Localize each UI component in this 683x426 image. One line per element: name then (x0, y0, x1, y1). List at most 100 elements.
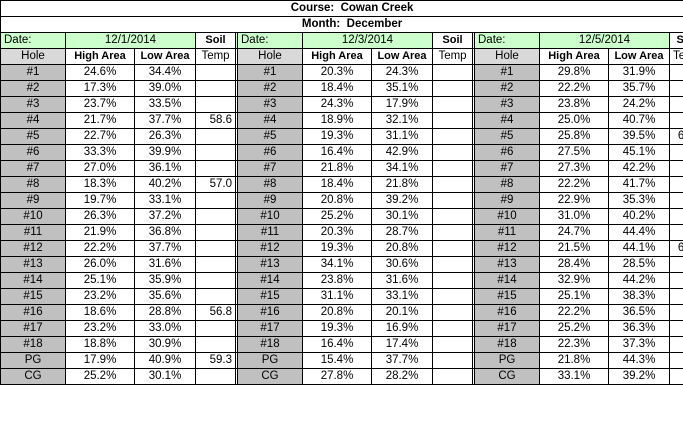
low-area-cell: 28.7% (371, 224, 433, 241)
hole-cell: #6 (0, 144, 66, 161)
soil-temp-cell (668, 96, 683, 113)
high-area-cell: 17.9% (65, 352, 135, 369)
low-area-cell: 37.7% (134, 112, 196, 129)
hole-header: Hole (474, 48, 540, 65)
date-row: Date: 12/1/2014 Soil Date: 12/3/2014 Soil Date… (0, 32, 683, 49)
table-row: #4 21.7% 37.7% 58.6 #4 18.9% 32.1% #4 25.0% 40.7% (0, 112, 683, 129)
high-area-header: High Area (302, 48, 372, 65)
high-area-cell: 31.0% (539, 208, 609, 225)
hole-cell: #8 (0, 176, 66, 193)
soil-temp-cell (432, 256, 473, 273)
low-area-cell: 33.5% (134, 96, 196, 113)
low-area-cell: 35.3% (608, 192, 670, 209)
high-area-cell: 23.2% (65, 288, 135, 305)
low-area-header: Low Area (608, 48, 670, 65)
hole-cell: #10 (474, 208, 540, 225)
low-area-cell: 39.2% (371, 192, 433, 209)
hole-cell: #11 (0, 224, 66, 241)
column-header-row: Hole High Area Low Area Temp Hole High Area Lo… (0, 48, 683, 65)
low-area-cell: 33.0% (134, 320, 196, 337)
soil-temp-cell (432, 96, 473, 113)
high-area-cell: 18.9% (302, 112, 372, 129)
course-title: Course: Cowan Creek (0, 0, 683, 17)
high-area-cell: 28.4% (539, 256, 609, 273)
high-area-cell: 19.3% (302, 240, 372, 257)
high-area-cell: 19.3% (302, 128, 372, 145)
hole-cell: #8 (237, 176, 303, 193)
hole-cell: #2 (474, 80, 540, 97)
high-area-cell: 31.1% (302, 288, 372, 305)
soil-temp-cell (668, 256, 683, 273)
hole-cell: #4 (474, 112, 540, 129)
hole-cell: #18 (474, 336, 540, 353)
low-area-cell: 31.1% (371, 128, 433, 145)
temp-header: Temp (432, 48, 473, 65)
date-label: Date: (474, 32, 540, 49)
low-area-cell: 28.8% (134, 304, 196, 321)
low-area-cell: 39.0% (134, 80, 196, 97)
table-row: #16 18.6% 28.8% 56.8 #16 20.8% 20.1% #16 22.2% 36… (0, 304, 683, 321)
soil-temp-cell (668, 336, 683, 353)
low-area-cell: 35.6% (134, 288, 196, 305)
high-area-cell: 34.1% (302, 256, 372, 273)
moisture-table: Course: Cowan Creek Month: December Date… (0, 0, 683, 385)
low-area-cell: 36.8% (134, 224, 196, 241)
hole-cell: #2 (237, 80, 303, 97)
soil-temp-cell (432, 272, 473, 289)
soil-temp-cell (432, 240, 473, 257)
hole-header: Hole (0, 48, 66, 65)
low-area-header: Low Area (371, 48, 433, 65)
soil-temp-cell (432, 336, 473, 353)
hole-cell: #18 (237, 336, 303, 353)
hole-cell: #5 (0, 128, 66, 145)
soil-temp-cell (668, 304, 683, 321)
low-area-header: Low Area (134, 48, 196, 65)
high-area-cell: 25.2% (539, 320, 609, 337)
hole-cell: #13 (0, 256, 66, 273)
hole-cell: #10 (0, 208, 66, 225)
hole-cell: #6 (237, 144, 303, 161)
soil-label: Soil (668, 32, 683, 49)
soil-temp-cell (668, 112, 683, 129)
table-row: #18 18.8% 30.9% #18 16.4% 17.4% #18 22.3% 37.3% (0, 336, 683, 353)
table-row: #15 23.2% 35.6% #15 31.1% 33.1% #15 25.1% 38.3% (0, 288, 683, 305)
soil-temp-cell (195, 224, 236, 241)
soil-temp-cell (668, 320, 683, 337)
high-area-cell: 21.5% (539, 240, 609, 257)
low-area-cell: 36.5% (608, 304, 670, 321)
month-name: December (346, 18, 403, 30)
high-area-cell: 20.3% (302, 224, 372, 241)
high-area-cell: 21.7% (65, 112, 135, 129)
high-area-cell: 22.9% (539, 192, 609, 209)
low-area-cell: 37.2% (134, 208, 196, 225)
month-row: Month: December (0, 16, 683, 33)
soil-temp-cell (432, 288, 473, 305)
hole-cell: #5 (474, 128, 540, 145)
soil-temp-cell (432, 144, 473, 161)
table-row: #9 19.7% 33.1% #9 20.8% 39.2% #9 22.9% 35.3% (0, 192, 683, 209)
low-area-cell: 34.1% (371, 160, 433, 177)
soil-temp-cell (668, 192, 683, 209)
low-area-cell: 35.1% (371, 80, 433, 97)
hole-cell: #1 (237, 64, 303, 81)
low-area-cell: 39.2% (608, 368, 670, 385)
table-row: #1 24.6% 34.4% #1 20.3% 24.3% #1 29.8% 31.9% (0, 64, 683, 81)
hole-cell: #16 (237, 304, 303, 321)
high-area-cell: 22.2% (539, 176, 609, 193)
soil-temp-cell: 58.6 (195, 112, 236, 129)
low-area-cell: 16.9% (371, 320, 433, 337)
soil-temp-cell (432, 368, 473, 385)
date-label: Date: (237, 32, 303, 49)
table-row: #6 33.3% 39.9% #6 16.4% 42.9% #6 27.5% 45.1% (0, 144, 683, 161)
low-area-cell: 40.2% (134, 176, 196, 193)
high-area-cell: 25.2% (302, 208, 372, 225)
temp-header: Temp (195, 48, 236, 65)
hole-cell: #12 (474, 240, 540, 257)
soil-label: Soil (195, 32, 236, 49)
low-area-cell: 36.1% (134, 160, 196, 177)
hole-cell: #14 (0, 272, 66, 289)
hole-cell: #10 (237, 208, 303, 225)
hole-cell: PG (237, 352, 303, 369)
soil-temp-cell (432, 208, 473, 225)
high-area-cell: 15.4% (302, 352, 372, 369)
